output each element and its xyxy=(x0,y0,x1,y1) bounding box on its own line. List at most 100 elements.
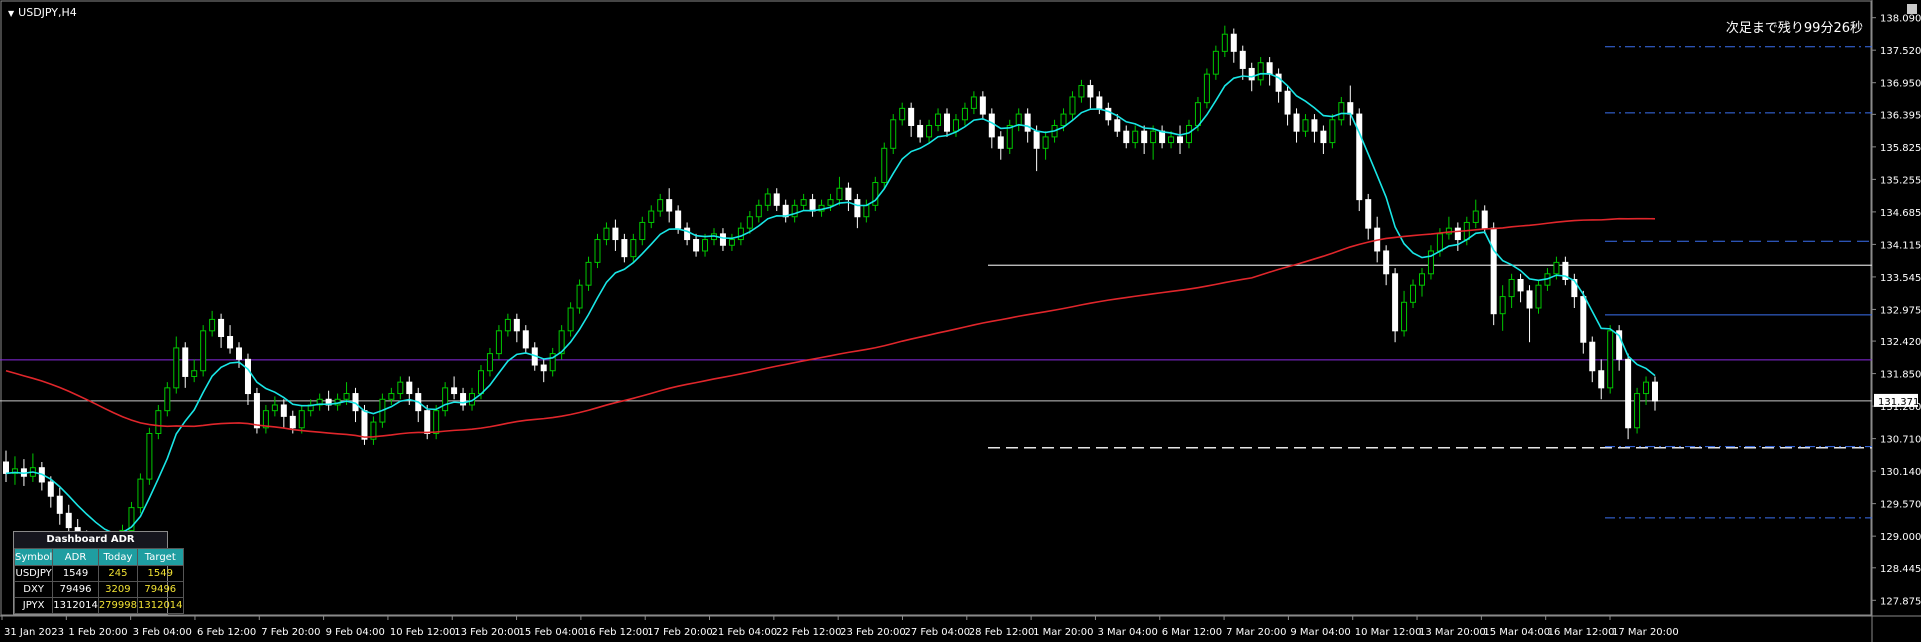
candle-body xyxy=(1087,85,1094,98)
dashboard-cell: 1312014 xyxy=(52,597,99,614)
candle-body xyxy=(451,387,458,395)
candle-body xyxy=(908,107,915,126)
candle-body xyxy=(1517,278,1524,292)
candle-body xyxy=(424,410,431,434)
ma-slow-line xyxy=(5,217,1656,438)
candle-body xyxy=(881,147,888,184)
candle-body xyxy=(970,96,977,109)
candle-body xyxy=(298,410,305,429)
price-tick-label: 133.545 xyxy=(1880,273,1921,284)
candle-body xyxy=(477,370,484,395)
candle-body xyxy=(1042,136,1049,149)
ma-fast-line xyxy=(5,72,1656,535)
candle-body xyxy=(594,239,601,263)
time-tick-label: 9 Mar 04:00 xyxy=(1290,627,1350,638)
candle-body xyxy=(271,404,278,412)
candle-body xyxy=(845,187,852,201)
price-tick-label: 135.255 xyxy=(1880,175,1921,186)
candle-body xyxy=(746,216,753,229)
candle-body xyxy=(146,432,153,480)
candle-body xyxy=(1418,273,1425,286)
candle-body xyxy=(988,113,995,138)
candle-body xyxy=(1436,233,1443,252)
time-tick-label: 15 Mar 04:00 xyxy=(1483,627,1550,638)
dashboard-cell: 245 xyxy=(97,565,139,582)
dashboard-cell: 79496 xyxy=(137,581,184,598)
dashboard-cell: 1549 xyxy=(137,565,184,582)
candle-body xyxy=(1221,33,1228,52)
candle-body xyxy=(1284,90,1291,115)
candle-body xyxy=(1123,130,1130,144)
candle-body xyxy=(209,318,216,332)
candle-body xyxy=(684,227,691,241)
time-tick-label: 16 Mar 12:00 xyxy=(1548,627,1615,638)
price-tick-label: 130.140 xyxy=(1880,467,1921,478)
time-tick-label: 7 Feb 20:00 xyxy=(261,627,320,638)
price-tick-label: 132.975 xyxy=(1880,305,1921,316)
candle-body xyxy=(361,410,368,440)
price-tick-label: 134.115 xyxy=(1880,240,1921,251)
candle-body xyxy=(1652,381,1658,402)
candle-body xyxy=(1481,210,1488,229)
dropdown-triangle-icon[interactable]: ▼ xyxy=(8,9,14,18)
price-tick-label: 132.420 xyxy=(1880,337,1921,348)
price-tick-label: 136.950 xyxy=(1880,79,1921,90)
candle-body xyxy=(1114,119,1121,132)
candle-body xyxy=(899,107,906,121)
candle-body xyxy=(827,199,834,206)
candle-body xyxy=(1096,96,1103,109)
candle-body xyxy=(1383,250,1390,275)
candle-body xyxy=(944,113,951,132)
time-tick-label: 22 Feb 12:00 xyxy=(776,627,842,638)
candle-body xyxy=(397,381,404,395)
time-tick-label: 16 Feb 12:00 xyxy=(583,627,649,638)
time-tick-label: 7 Mar 20:00 xyxy=(1226,627,1286,638)
candle-body xyxy=(890,119,897,149)
candle-body xyxy=(702,239,709,252)
candle-body xyxy=(1347,102,1354,115)
time-tick-label: 10 Feb 12:00 xyxy=(390,627,456,638)
dashboard-col-header: Target xyxy=(137,548,184,566)
price-tick-label: 128.445 xyxy=(1880,564,1921,575)
candle-body xyxy=(1159,130,1166,144)
candle-body xyxy=(1490,227,1497,315)
candle-body xyxy=(1024,113,1031,132)
candle-body xyxy=(289,415,296,429)
candle-body xyxy=(1302,119,1309,132)
candle-body xyxy=(1580,296,1587,343)
candle-body xyxy=(603,227,610,241)
time-tick-label: 1 Feb 20:00 xyxy=(68,627,127,638)
candle-body xyxy=(1248,67,1255,81)
candle-body xyxy=(1365,199,1372,229)
candle-body xyxy=(1499,296,1506,315)
time-tick-label: 9 Feb 04:00 xyxy=(326,627,385,638)
candle-body xyxy=(764,193,771,206)
candle-body xyxy=(522,330,529,349)
candle-body xyxy=(1212,50,1219,75)
candle-body xyxy=(1535,284,1542,309)
price-chart[interactable]: 138.090 137.520 136.950 136.395 135.825 135.2… xyxy=(0,0,1921,642)
price-tick-label: 130.710 xyxy=(1880,435,1921,446)
candle-body xyxy=(1356,113,1363,201)
time-tick-label: 6 Feb 12:00 xyxy=(197,627,256,638)
candle-body xyxy=(1177,136,1184,144)
time-tick-label: 13 Feb 20:00 xyxy=(454,627,520,638)
candle-body xyxy=(1598,370,1605,389)
candle-body xyxy=(1078,85,1085,98)
time-tick-label: 10 Mar 12:00 xyxy=(1355,627,1422,638)
dashboard-row: DXY 79496 3209 79496 xyxy=(13,581,184,598)
candle-body xyxy=(1329,119,1336,144)
candle-body xyxy=(773,193,780,206)
candle-body xyxy=(979,96,986,115)
dashboard-cell: 3209 xyxy=(97,581,139,598)
candle-body xyxy=(576,284,583,309)
candle-body xyxy=(164,387,171,412)
candle-body xyxy=(1634,393,1641,429)
candle-body xyxy=(236,347,243,360)
candle-body xyxy=(513,318,520,332)
chart-shift-handle[interactable] xyxy=(1907,4,1917,14)
candle-body xyxy=(504,318,511,332)
candle-body xyxy=(952,119,959,132)
price-tick-label: 131.850 xyxy=(1880,370,1921,381)
candle-body xyxy=(648,210,655,223)
